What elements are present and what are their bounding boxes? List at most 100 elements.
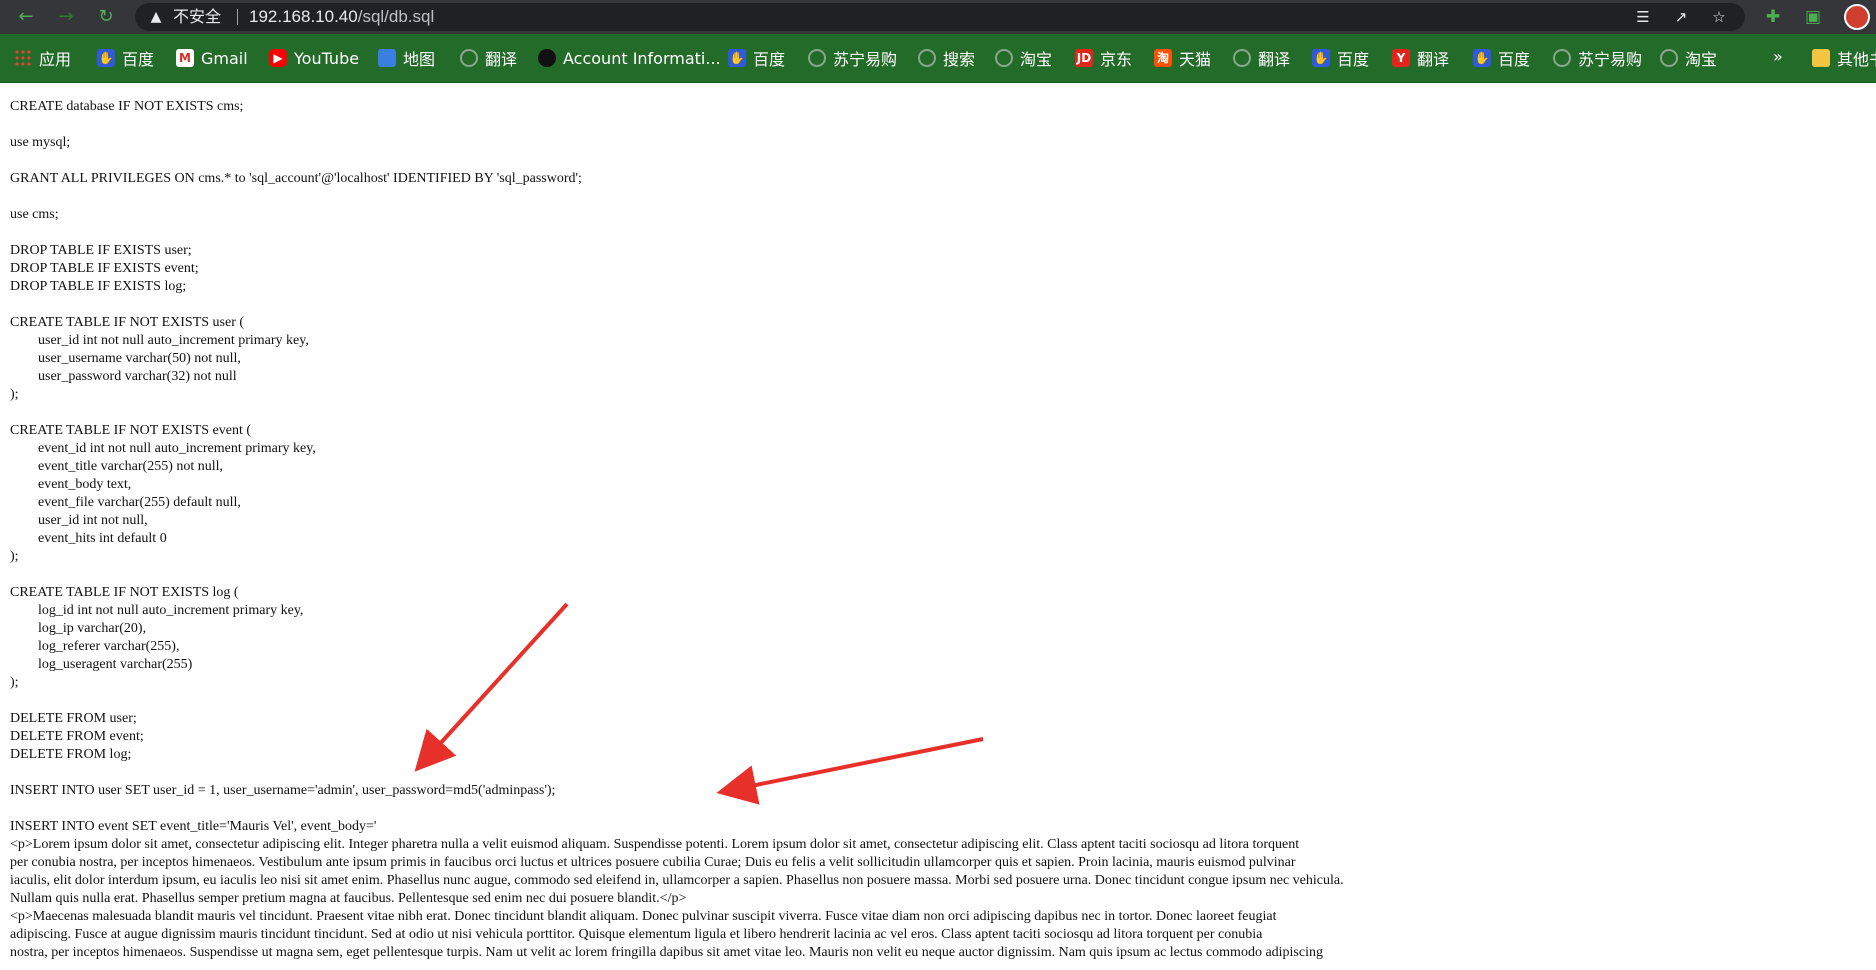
baidu-icon: ✋	[97, 49, 115, 67]
bookmark-item[interactable]: Account Informati...	[538, 46, 721, 70]
share-icon[interactable]: ↗	[1671, 8, 1691, 26]
bookmark-item[interactable]: ✋ 百度	[97, 46, 154, 70]
sql-line	[10, 566, 582, 584]
paragraph-line: <p>Maecenas malesuada blandit mauris vel…	[10, 909, 1277, 924]
bookmark-label: 搜索	[943, 50, 976, 69]
bookmark-label: 苏宁易购	[1578, 50, 1643, 69]
annotation-arrow-horizontal	[716, 737, 984, 805]
sql-line: use cms;	[10, 207, 59, 222]
bookmark-label: 苏宁易购	[833, 50, 898, 69]
sql-line: DELETE FROM user;	[10, 711, 137, 726]
sql-line: DELETE FROM log;	[10, 747, 132, 762]
jd-icon: JD	[1075, 49, 1093, 67]
paragraph-line: <p>Lorem ipsum dolor sit amet, consectet…	[10, 837, 1300, 852]
url-path: /sql/db.sql	[357, 7, 435, 26]
sql-line: );	[10, 387, 19, 402]
sql-line: CREATE TABLE IF NOT EXISTS user (	[10, 315, 245, 330]
bookmark-item[interactable]: 应用	[14, 46, 71, 70]
bookmark-item[interactable]: M Gmail	[176, 46, 248, 70]
bookmark-label: 淘宝	[1020, 50, 1053, 69]
bookmark-label: 翻译	[485, 50, 518, 69]
url-host: 192.168.10.40	[249, 7, 358, 26]
bookmark-item[interactable]: ✋ 百度	[728, 46, 785, 70]
sql-line: user_password varchar(32) not null	[10, 369, 237, 384]
bookmark-label: 京东	[1100, 50, 1133, 69]
sql-line: DROP TABLE IF EXISTS event;	[10, 261, 199, 276]
baidu-icon: ✋	[1312, 49, 1330, 67]
insecure-label: 不安全	[173, 7, 222, 26]
account-icon	[538, 49, 556, 67]
sql-source: CREATE database IF NOT EXISTS cms; use my…	[10, 98, 582, 836]
bookmark-label: 应用	[39, 50, 72, 69]
bookmark-item[interactable]: ▶ YouTube	[269, 46, 359, 70]
sql-line	[10, 404, 582, 422]
maps-icon	[378, 49, 396, 67]
bookmark-star-icon[interactable]: ☆	[1709, 8, 1729, 26]
warning-icon: ▲	[150, 9, 162, 25]
sql-line	[10, 800, 582, 818]
sql-line: user_id int not null,	[10, 513, 148, 528]
bookmark-item[interactable]: 地图	[378, 46, 435, 70]
sql-line: DELETE FROM event;	[10, 729, 144, 744]
sql-line: DROP TABLE IF EXISTS user;	[10, 243, 192, 258]
bookmark-item[interactable]: 苏宁易购	[808, 46, 897, 70]
bookmark-item[interactable]: ✋ 百度	[1473, 46, 1530, 70]
sql-line: );	[10, 549, 19, 564]
bookmark-item[interactable]: JD 京东	[1075, 46, 1132, 70]
other-bookmarks-label: 其他书签	[1837, 50, 1876, 69]
sql-line: INSERT INTO event SET event_title='Mauri…	[10, 819, 377, 834]
folder-icon	[1812, 49, 1830, 67]
sql-line: INSERT INTO user SET user_id = 1, user_u…	[10, 783, 556, 798]
extensions-puzzle-icon[interactable]: ✚	[1762, 7, 1784, 27]
bookmark-label: 百度	[1498, 50, 1531, 69]
apps-grid-icon	[14, 49, 32, 67]
sql-line: event_id int not null auto_increment pri…	[10, 441, 316, 456]
youtube-icon: ▶	[269, 49, 287, 67]
sql-line	[10, 764, 582, 782]
bookmark-item[interactable]: Y 翻译	[1392, 46, 1449, 70]
bookmark-label: 百度	[122, 50, 155, 69]
bookmark-item[interactable]: 淘天猫	[1154, 46, 1211, 70]
forward-arrow-icon[interactable]: →	[54, 6, 78, 28]
sql-line	[10, 692, 582, 710]
bookmark-label: Account Informati...	[563, 48, 721, 68]
sql-line: GRANT ALL PRIVILEGES ON cms.* to 'sql_ac…	[10, 171, 582, 186]
sql-line: use mysql;	[10, 135, 71, 150]
bookmark-label: 地图	[403, 50, 436, 69]
sql-line	[10, 152, 582, 170]
bookmark-item[interactable]: ✋ 百度	[1312, 46, 1369, 70]
sql-line: CREATE database IF NOT EXISTS cms;	[10, 99, 244, 114]
bookmark-label: 翻译	[1417, 50, 1450, 69]
globe-icon	[1233, 49, 1251, 67]
back-arrow-icon[interactable]: ←	[14, 6, 38, 28]
paragraph-line: iaculis, elit dolor interdum ipsum, eu i…	[10, 873, 1344, 888]
sql-line: );	[10, 675, 19, 690]
paragraph-line: Nullam quis nulla erat. Phasellus semper…	[10, 891, 687, 906]
sql-line: user_username varchar(50) not null,	[10, 351, 241, 366]
paragraph-line: per conubia nostra, per inceptos himenae…	[10, 855, 1296, 870]
other-bookmarks[interactable]: 其他书签	[1812, 46, 1876, 70]
globe-icon	[808, 49, 826, 67]
paragraph-line: nostra, per inceptos himenaeos. Suspendi…	[10, 945, 1323, 960]
sql-line	[10, 296, 582, 314]
bookmark-item[interactable]: 搜索	[918, 46, 975, 70]
bookmark-item[interactable]: 苏宁易购	[1553, 46, 1642, 70]
translate-page-icon[interactable]: ☰	[1633, 8, 1653, 26]
baidu-icon: ✋	[728, 49, 746, 67]
globe-icon	[995, 49, 1013, 67]
bookmark-label: 淘宝	[1685, 50, 1718, 69]
bookmarks-overflow-button[interactable]: »	[1773, 47, 1783, 66]
address-bar[interactable]: ▲ 不安全 192.168.10.40/sql/db.sql ☰ ↗ ☆	[135, 3, 1745, 31]
bookmark-item[interactable]: 翻译	[1233, 46, 1290, 70]
side-panel-icon[interactable]: ▣	[1802, 7, 1824, 27]
url-text[interactable]: 192.168.10.40/sql/db.sql	[249, 7, 434, 27]
bookmark-item[interactable]: 淘宝	[995, 46, 1052, 70]
bookmark-item[interactable]: 淘宝	[1660, 46, 1717, 70]
paragraph-line: adipiscing. Fusce at augue dignissim mau…	[10, 927, 1263, 942]
sql-line: log_referer varchar(255),	[10, 639, 180, 654]
profile-avatar[interactable]	[1844, 4, 1870, 30]
sql-line: DROP TABLE IF EXISTS log;	[10, 279, 187, 294]
reload-icon[interactable]: ↻	[94, 6, 118, 28]
bookmark-label: 百度	[1337, 50, 1370, 69]
bookmark-item[interactable]: 翻译	[460, 46, 517, 70]
